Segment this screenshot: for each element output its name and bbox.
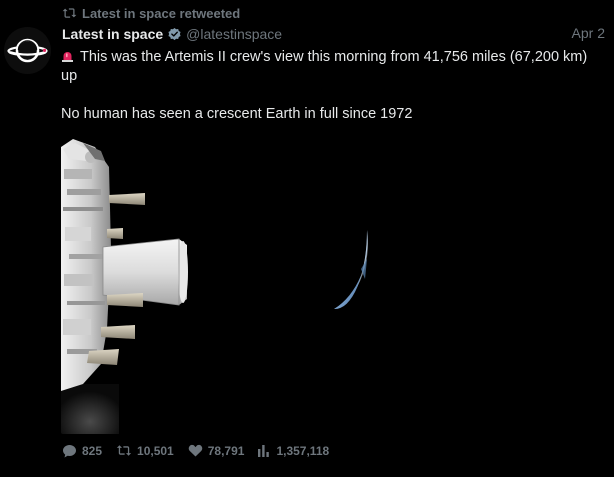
tweet-text: This was the Artemis II crew's view this… <box>61 48 601 124</box>
tweet-paragraph-2: No human has seen a crescent Earth in fu… <box>61 106 413 122</box>
reply-action[interactable]: 825 <box>62 444 102 458</box>
reply-icon <box>63 444 76 457</box>
tweet[interactable]: Latest in space retweeted Latest in spac… <box>0 0 614 477</box>
reply-count: 825 <box>82 443 103 458</box>
view-count: 1,357,118 <box>276 443 330 458</box>
saturn-logo-avatar <box>4 27 51 74</box>
retweet-label: Latest in space retweeted <box>82 5 241 21</box>
like-action[interactable]: 78,791 <box>188 443 245 458</box>
tweet-header: Latest in space @latestinspace Apr 2 <box>62 25 606 43</box>
retweet-icon <box>62 8 77 18</box>
tweet-paragraph-1: This was the Artemis II crew's view this… <box>61 48 601 86</box>
avatar[interactable] <box>4 27 51 74</box>
views-action[interactable]: 1,357,118 <box>258 444 329 458</box>
retweet-count: 10,501 <box>137 443 174 458</box>
heart-icon <box>188 444 202 457</box>
retweet-indicator[interactable]: Latest in space retweeted <box>62 5 240 21</box>
tweet-date[interactable]: Apr 2 <box>572 25 605 41</box>
tweet-line-1: This was the Artemis II crew's view this… <box>61 49 588 84</box>
siren-emoji-icon <box>62 52 73 62</box>
like-count: 78,791 <box>207 443 245 458</box>
analytics-icon <box>258 444 270 457</box>
retweet-action[interactable]: 10,501 <box>116 444 174 458</box>
retweet-count-icon <box>116 445 132 456</box>
verified-badge-icon <box>168 27 181 40</box>
author-handle[interactable]: @latestinspace <box>186 26 282 42</box>
tweet-actions: 825 10,501 78,791 1,357,118 <box>62 442 343 459</box>
spacecraft-earth-photo <box>61 129 610 434</box>
tweet-media-photo[interactable] <box>61 129 610 434</box>
author-name[interactable]: Latest in space <box>62 26 163 42</box>
